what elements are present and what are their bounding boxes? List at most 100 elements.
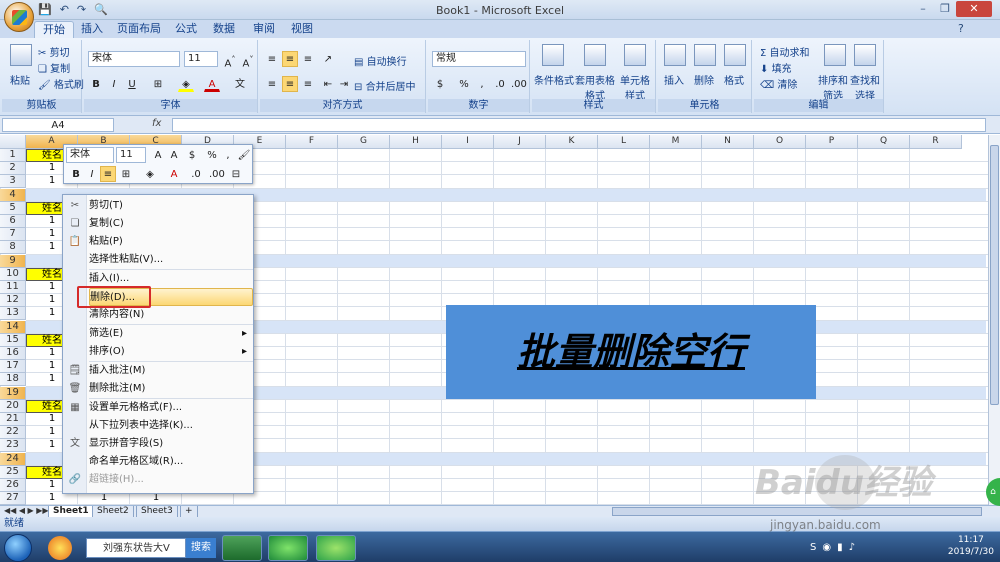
mini-increase-decimal-icon[interactable]: .0: [188, 166, 204, 182]
row-header-27[interactable]: 27: [0, 492, 26, 505]
conditional-format-icon[interactable]: [542, 44, 564, 66]
vertical-scrollbar[interactable]: [988, 135, 1000, 505]
paste-button[interactable]: 粘贴: [10, 72, 30, 87]
mini-italic-icon[interactable]: I: [84, 166, 100, 182]
row-header-1[interactable]: 1: [0, 149, 26, 162]
mini-center-icon[interactable]: ≡: [100, 166, 116, 182]
start-button[interactable]: [4, 534, 32, 562]
column-header-k[interactable]: K: [546, 135, 598, 149]
mini-grow-font-icon[interactable]: A: [150, 147, 166, 163]
tab-data[interactable]: 数据: [210, 21, 238, 38]
find-select-icon[interactable]: [854, 44, 876, 66]
row-header-9[interactable]: 9: [0, 254, 26, 268]
ie-taskbar-icon[interactable]: [268, 535, 308, 561]
mini-font-select[interactable]: 宋体: [66, 147, 114, 163]
select-all-corner[interactable]: [0, 135, 26, 149]
decrease-indent-icon[interactable]: ⇤: [320, 76, 336, 92]
cut-button[interactable]: ✂ 剪切: [38, 44, 70, 59]
tab-formulas[interactable]: 公式: [172, 21, 200, 38]
increase-indent-icon[interactable]: ⇥: [336, 76, 352, 92]
wrap-text-button[interactable]: ▤ 自动换行: [354, 53, 407, 68]
scroll-thumb[interactable]: [990, 145, 999, 405]
minimize-icon[interactable]: –: [912, 1, 934, 17]
wechat-taskbar-icon[interactable]: [316, 535, 356, 561]
table-format-button[interactable]: 套用表格格式: [574, 72, 616, 102]
office-button[interactable]: [4, 2, 34, 32]
context-menu-item-13[interactable]: 显示拼音字段(S) 文: [70, 435, 253, 453]
row-header-21[interactable]: 21: [0, 413, 26, 426]
column-header-h[interactable]: H: [390, 135, 442, 149]
shield-icon[interactable]: ◉: [822, 542, 831, 553]
underline-icon[interactable]: U: [124, 76, 140, 92]
value-cell[interactable]: 1: [130, 492, 182, 505]
format-painter-button[interactable]: 🖌 格式刷: [38, 76, 84, 91]
context-menu-item-9[interactable]: 插入批注(M) 🗒: [69, 362, 253, 380]
italic-icon[interactable]: I: [106, 76, 122, 92]
delete-cells-icon[interactable]: [694, 44, 716, 66]
fill-color-icon[interactable]: ◈: [178, 76, 194, 92]
context-menu-item-1[interactable]: 复制(C) ❏: [71, 215, 253, 233]
cell-styles-icon[interactable]: [624, 44, 646, 66]
mini-size-select[interactable]: 11: [116, 147, 146, 163]
mini-decrease-decimal-icon[interactable]: .00: [208, 166, 225, 182]
row-header-11[interactable]: 11: [0, 281, 26, 294]
row-header-16[interactable]: 16: [0, 347, 26, 360]
clock[interactable]: 11:17 2019/7/30: [948, 534, 994, 558]
row-header-8[interactable]: 8: [0, 241, 26, 255]
row-header-14[interactable]: 14: [0, 320, 26, 334]
row-header-17[interactable]: 17: [0, 360, 26, 374]
decrease-decimal-icon[interactable]: .00: [510, 76, 527, 92]
find-select-button[interactable]: 查找和选择: [850, 72, 880, 102]
sort-filter-icon[interactable]: [824, 44, 846, 66]
row-header-12[interactable]: 12: [0, 294, 26, 308]
align-middle-icon[interactable]: ≡: [282, 51, 298, 67]
mini-comma-icon[interactable]: ,: [220, 147, 236, 163]
ime-icon[interactable]: S: [810, 542, 816, 553]
number-format-select[interactable]: 常规: [432, 51, 526, 67]
context-menu-item-0[interactable]: 剪切(T) ✂: [71, 197, 253, 215]
row-header-15[interactable]: 15: [0, 333, 26, 347]
column-header-j[interactable]: J: [494, 135, 546, 149]
mini-merge-icon[interactable]: ⊟: [228, 166, 244, 182]
font-size-select[interactable]: 11: [184, 51, 218, 67]
row-header-5[interactable]: 5: [0, 201, 26, 215]
sheet-nav-icon[interactable]: ◀◀ ◀ ▶ ▶▶: [4, 506, 49, 515]
row-header-19[interactable]: 19: [0, 386, 26, 400]
column-header-q[interactable]: Q: [858, 135, 910, 149]
row-header-20[interactable]: 20: [0, 399, 26, 413]
conditional-format-button[interactable]: 条件格式: [534, 72, 574, 87]
row-header-3[interactable]: 3: [0, 175, 26, 189]
volume-icon[interactable]: ♪: [849, 542, 855, 553]
fill-button[interactable]: ⬇ 填充: [760, 60, 792, 75]
context-menu-item-3[interactable]: 选择性粘贴(V)...: [89, 251, 253, 269]
context-menu-item-7[interactable]: 筛选(E) ▸: [89, 325, 253, 343]
restore-icon[interactable]: ❐: [934, 1, 956, 17]
row-header-2[interactable]: 2: [0, 162, 26, 176]
column-header-i[interactable]: I: [442, 135, 494, 149]
context-menu-item-11[interactable]: 设置单元格格式(F)... ▦: [70, 399, 253, 417]
comma-icon[interactable]: ,: [474, 76, 490, 92]
mini-shrink-font-icon[interactable]: A: [166, 147, 182, 163]
row-header-26[interactable]: 26: [0, 479, 26, 492]
increase-decimal-icon[interactable]: .0: [492, 76, 508, 92]
row-header-25[interactable]: 25: [0, 465, 26, 479]
mini-percent-icon[interactable]: %: [204, 147, 220, 163]
currency-icon[interactable]: $: [432, 76, 448, 92]
font-color-icon[interactable]: A: [204, 76, 220, 92]
border-icon[interactable]: ⊞: [150, 76, 166, 92]
percent-icon[interactable]: %: [456, 76, 472, 92]
help-icon[interactable]: ?: [958, 22, 964, 35]
shrink-font-icon[interactable]: A˅: [240, 51, 256, 69]
paste-icon[interactable]: [10, 44, 32, 66]
horizontal-scrollbar[interactable]: [612, 507, 982, 516]
context-menu-item-8[interactable]: 排序(O) ▸: [89, 343, 253, 361]
orientation-icon[interactable]: ↗: [320, 51, 336, 67]
taskbar-search-button[interactable]: 搜索: [186, 538, 216, 558]
value-cell[interactable]: 1: [26, 492, 78, 505]
column-header-n[interactable]: N: [702, 135, 754, 149]
context-menu-item-6[interactable]: 清除内容(N): [89, 306, 253, 324]
format-cells-icon[interactable]: [724, 44, 746, 66]
tab-home[interactable]: 开始: [34, 21, 74, 38]
align-left-icon[interactable]: ≡: [264, 76, 280, 92]
merge-center-button[interactable]: ⊟ 合并后居中: [354, 78, 416, 93]
